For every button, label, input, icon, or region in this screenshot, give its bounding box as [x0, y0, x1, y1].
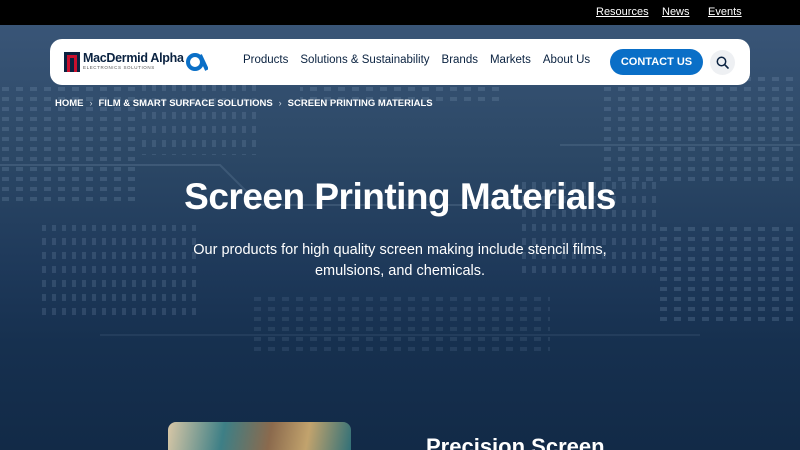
hero-intro: Our products for high quality screen mak… — [193, 242, 607, 279]
nav-markets[interactable]: Markets — [490, 54, 531, 70]
product-thumbnail — [168, 422, 351, 450]
resources-link[interactable]: Resources — [596, 6, 649, 18]
breadcrumb-film-smart-surface[interactable]: FILM & SMART SURFACE SOLUTIONS — [99, 98, 273, 109]
search-icon — [716, 56, 729, 69]
search-button[interactable] — [710, 50, 735, 75]
breadcrumb-current: SCREEN PRINTING MATERIALS — [287, 97, 433, 109]
nav-solutions-sustainability[interactable]: Solutions & Sustainability — [300, 54, 429, 70]
main-header: MacDermid Alpha ELECTRONICS SOLUTIONS Pr… — [50, 39, 750, 85]
brand-tagline: ELECTRONICS SOLUTIONS — [83, 65, 155, 70]
nav-products[interactable]: Products — [243, 54, 288, 70]
chevron-right-icon: › — [278, 98, 282, 108]
hero-section: Precision Screen — [0, 25, 800, 450]
primary-nav: Products Solutions & Sustainability Bran… — [243, 54, 590, 70]
contact-us-button[interactable]: CONTACT US — [610, 49, 703, 75]
utility-bar: Resources News Events — [0, 0, 800, 25]
breadcrumb-home[interactable]: HOME — [55, 98, 84, 109]
news-link[interactable]: News — [662, 6, 690, 18]
section-title: Precision Screen — [426, 434, 605, 450]
breadcrumb: HOME › FILM & SMART SURFACE SOLUTIONS › … — [55, 97, 433, 109]
chevron-right-icon: › — [89, 98, 93, 108]
nav-brands[interactable]: Brands — [442, 54, 478, 70]
brand-name: MacDermid Alpha — [83, 51, 184, 65]
page-title: Screen Printing Materials — [184, 176, 616, 217]
nav-about-us[interactable]: About Us — [543, 54, 590, 70]
alpha-logo-icon — [186, 53, 208, 71]
events-link[interactable]: Events — [708, 6, 742, 18]
logo-mark-icon — [64, 52, 80, 72]
brand-logo[interactable]: MacDermid Alpha ELECTRONICS SOLUTIONS — [64, 51, 209, 73]
